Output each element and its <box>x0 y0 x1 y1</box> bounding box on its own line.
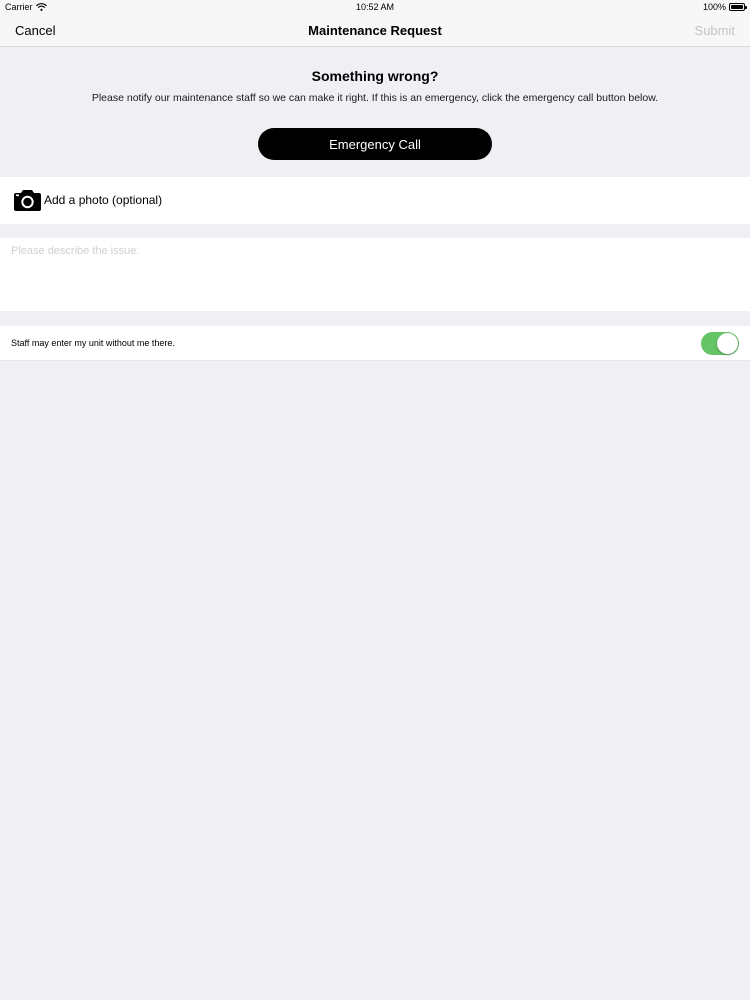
intro-description: Please notify our maintenance staff so w… <box>91 92 659 104</box>
toggle-knob <box>717 333 738 354</box>
battery-icon <box>729 3 747 11</box>
camera-icon <box>14 190 41 211</box>
add-photo-row[interactable]: Add a photo (optional) <box>0 177 750 224</box>
issue-description-row <box>0 238 750 311</box>
intro-title: Something wrong? <box>311 68 439 84</box>
navigation-bar: Cancel Maintenance Request Submit <box>0 15 750 47</box>
page-title: Maintenance Request <box>308 23 442 38</box>
staff-entry-label: Staff may enter my unit without me there… <box>11 338 175 348</box>
submit-button[interactable]: Submit <box>695 23 735 38</box>
battery-fill <box>731 5 743 9</box>
staff-entry-row: Staff may enter my unit without me there… <box>0 326 750 361</box>
status-time: 10:52 AM <box>355 2 395 12</box>
intro-section: Something wrong? Please notify our maint… <box>0 48 750 176</box>
maintenance-request-screen: Carrier 10:52 AM 100% Cancel Maintenance… <box>0 0 750 1000</box>
status-right: 100% <box>702 2 747 12</box>
emergency-call-button[interactable]: Emergency Call <box>258 128 492 160</box>
staff-entry-toggle[interactable] <box>701 332 739 355</box>
issue-description-input[interactable] <box>0 238 750 311</box>
add-photo-label: Add a photo (optional) <box>44 193 163 207</box>
status-bar: Carrier 10:52 AM 100% <box>0 0 750 15</box>
battery-percent: 100% <box>702 2 726 12</box>
